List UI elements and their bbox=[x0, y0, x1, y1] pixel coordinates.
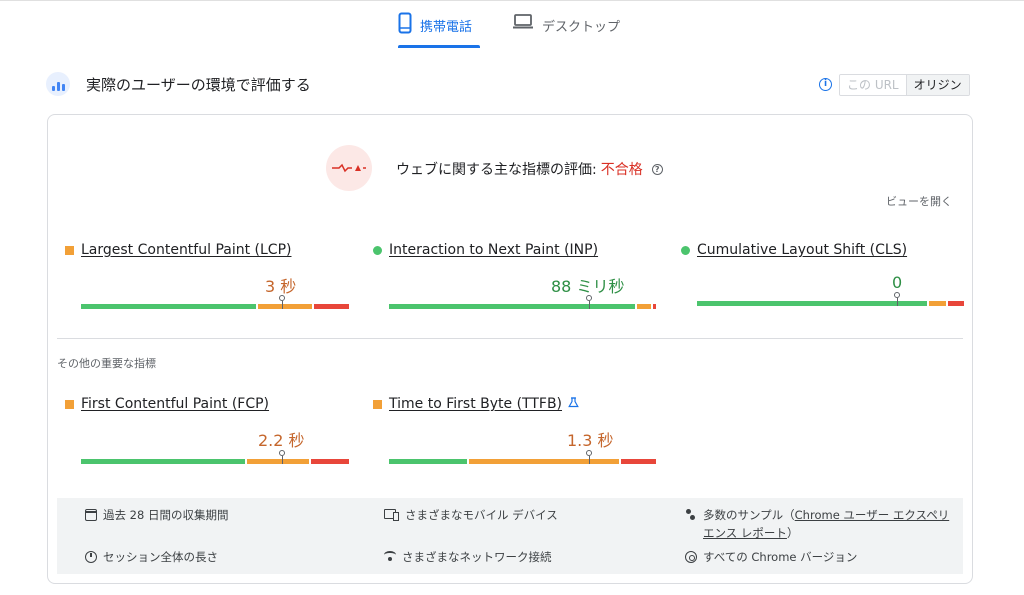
url-origin-toggle: この URL オリジン bbox=[839, 74, 970, 96]
good-segment bbox=[389, 304, 636, 309]
top-border bbox=[0, 0, 1024, 1]
needs-improvement-segment bbox=[929, 301, 946, 306]
green-circle-icon bbox=[373, 245, 382, 255]
needs-improvement-segment bbox=[637, 304, 652, 309]
orange-square-icon bbox=[65, 245, 74, 255]
green-circle-icon bbox=[681, 245, 690, 255]
orange-square-icon bbox=[65, 399, 74, 409]
good-segment bbox=[697, 301, 928, 306]
needs-improvement-segment bbox=[257, 304, 313, 309]
good-segment bbox=[81, 304, 256, 309]
distribution-bar bbox=[81, 295, 349, 309]
metric-name-link[interactable]: First Contentful Paint (FCP) bbox=[81, 396, 269, 412]
footer-text: 多数のサンプル（Chrome ユーザー エクスペリエンス レポート） bbox=[703, 508, 950, 540]
metric-name-link[interactable]: Largest Contentful Paint (LCP) bbox=[81, 242, 291, 258]
poor-segment bbox=[621, 459, 656, 464]
metric-inp: Interaction to Next Paint (INP) 88 ミリ秒 bbox=[373, 241, 656, 309]
tab-desktop-label: デスクトップ bbox=[542, 20, 621, 35]
footer-item-duration: セッション全体の長さ bbox=[85, 548, 218, 566]
devices-icon bbox=[384, 509, 399, 521]
tab-mobile[interactable]: 携帯電話 bbox=[398, 12, 480, 48]
footer-text: 過去 28 日間の収集期間 bbox=[103, 508, 229, 522]
metric-cls: Cumulative Layout Shift (CLS) 0 bbox=[681, 241, 964, 306]
distribution-bar bbox=[389, 450, 656, 464]
footer-item-period: 過去 28 日間の収集期間 bbox=[85, 506, 228, 524]
metric-value: 3 秒 bbox=[265, 277, 297, 296]
footer-item-chrome: すべての Chrome バージョン bbox=[685, 548, 857, 566]
good-segment bbox=[389, 459, 468, 464]
field-data-icon bbox=[46, 72, 70, 96]
metric-name-link[interactable]: Interaction to Next Paint (INP) bbox=[389, 242, 598, 258]
assessment-label: ウェブに関する主な指標の評価: bbox=[396, 162, 597, 178]
wifi-icon bbox=[384, 551, 396, 561]
footer-item-samples: 多数のサンプル（Chrome ユーザー エクスペリエンス レポート） bbox=[685, 506, 957, 542]
info-icon[interactable]: i bbox=[819, 78, 832, 91]
smartphone-icon bbox=[398, 12, 412, 34]
samples-icon bbox=[685, 509, 697, 521]
needs-improvement-segment bbox=[469, 459, 620, 464]
assessment-result: 不合格 bbox=[600, 162, 643, 178]
metric-name-link[interactable]: Time to First Byte (TTFB) bbox=[389, 396, 562, 412]
metric-ttfb: Time to First Byte (TTFB) 1.3 秒 bbox=[373, 395, 656, 464]
timer-icon bbox=[85, 551, 97, 563]
good-segment bbox=[81, 459, 246, 464]
orange-square-icon bbox=[373, 399, 382, 409]
divider bbox=[57, 338, 963, 339]
tab-desktop[interactable]: デスクトップ bbox=[512, 12, 620, 48]
poor-segment bbox=[947, 301, 964, 306]
chrome-icon bbox=[685, 551, 697, 563]
footer-text: すべての Chrome バージョン bbox=[703, 550, 858, 564]
laptop-icon bbox=[513, 14, 533, 29]
tab-mobile-label: 携帯電話 bbox=[420, 20, 473, 35]
help-icon[interactable]: ? bbox=[651, 163, 663, 175]
footer-text: さまざまなネットワーク接続 bbox=[402, 550, 552, 564]
expand-view-link[interactable]: ビューを開く bbox=[886, 193, 952, 209]
origin-button[interactable]: オリジン bbox=[906, 75, 969, 95]
metric-value: 88 ミリ秒 bbox=[551, 277, 625, 296]
needs-improvement-segment bbox=[247, 459, 310, 464]
section-title: 実際のユーザーの環境で評価する bbox=[86, 76, 311, 94]
other-metrics-title: その他の重要な指標 bbox=[57, 357, 156, 370]
metric-lcp: Largest Contentful Paint (LCP) 3 秒 bbox=[65, 241, 349, 309]
metric-value: 1.3 秒 bbox=[567, 431, 614, 450]
poor-segment bbox=[653, 304, 656, 309]
metric-fcp: First Contentful Paint (FCP) 2.2 秒 bbox=[65, 395, 349, 464]
distribution-bar bbox=[389, 295, 656, 309]
poor-segment bbox=[314, 304, 349, 309]
footer-text: セッション全体の長さ bbox=[103, 550, 218, 564]
p75-marker bbox=[279, 450, 285, 464]
calendar-icon bbox=[85, 509, 97, 521]
assessment-summary: ウェブに関する主な指標の評価: 不合格 ? bbox=[396, 159, 663, 179]
poor-segment bbox=[311, 459, 349, 464]
p75-marker bbox=[279, 295, 285, 309]
this-url-button[interactable]: この URL bbox=[840, 75, 907, 95]
distribution-bar bbox=[81, 450, 349, 464]
footer-text: さまざまなモバイル デバイス bbox=[405, 508, 558, 522]
distribution-bar bbox=[697, 292, 964, 306]
metric-value: 0 bbox=[892, 273, 903, 292]
active-tab-indicator bbox=[398, 45, 480, 48]
metric-value: 2.2 秒 bbox=[258, 431, 305, 450]
failed-assessment-icon bbox=[326, 145, 372, 191]
experimental-flask-icon bbox=[568, 397, 579, 411]
footer-item-network: さまざまなネットワーク接続 bbox=[384, 548, 552, 566]
footer-item-devices: さまざまなモバイル デバイス bbox=[384, 506, 558, 524]
metric-name-link[interactable]: Cumulative Layout Shift (CLS) bbox=[697, 242, 907, 258]
